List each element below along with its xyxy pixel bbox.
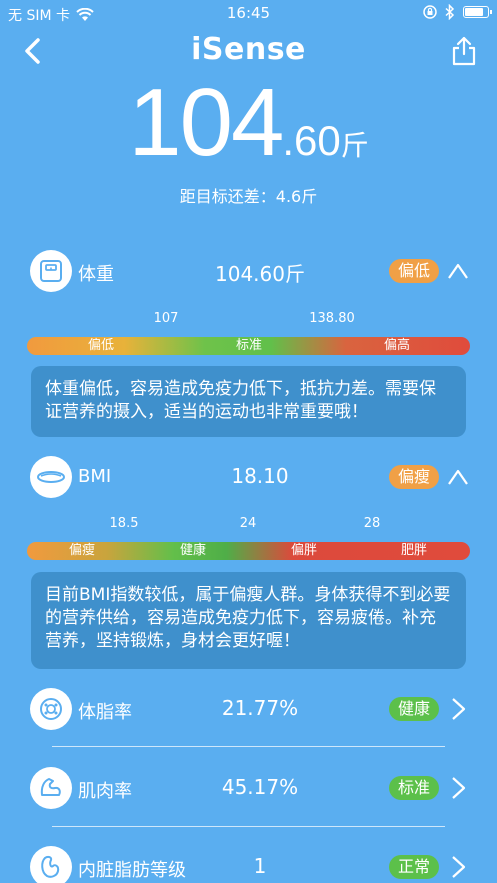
- visceral-fat-icon: [30, 846, 72, 883]
- weight-scale-bar: 偏低 标准 偏高: [27, 337, 470, 355]
- scale-segment-label: 标准: [235, 338, 263, 353]
- chevron-up-icon[interactable]: [447, 464, 469, 490]
- weight-reading: 104.60斤: [0, 68, 497, 178]
- weight-unit: 斤: [340, 129, 369, 162]
- battery-icon: [463, 6, 492, 18]
- metric-value: 18.10: [231, 464, 289, 488]
- metric-label: 肌肉率: [78, 781, 132, 802]
- scale-tick: 138.80: [309, 311, 355, 326]
- status-badge: 偏低: [388, 259, 439, 283]
- metric-label: BMI: [78, 466, 112, 487]
- metric-label: 内脏脂肪等级: [78, 860, 186, 881]
- divider: [52, 746, 445, 747]
- weight-info-box: 体重偏低，容易造成免疫力低下，抵抗力差。需要保证营养的摄入，适当的运动也非常重要…: [31, 366, 466, 437]
- status-badge: 标准: [388, 776, 439, 800]
- divider: [52, 826, 445, 827]
- muscle-icon: [30, 767, 72, 809]
- metric-value: 1: [253, 854, 267, 878]
- scale-segment-label: 偏低: [87, 338, 115, 353]
- metric-row-bmi[interactable]: BMI 18.10 偏瘦: [0, 456, 497, 506]
- metric-value: 45.17%: [221, 775, 299, 799]
- chevron-right-icon[interactable]: [447, 696, 469, 722]
- bmi-info-box: 目前BMI指数较低，属于偏瘦人群。身体获得不到必要的营养供给，容易造成免疫力低下…: [31, 572, 466, 669]
- scale-segment-label: 偏胖: [290, 543, 318, 558]
- scale-segment-label: 偏高: [383, 338, 411, 353]
- metric-label: 体脂率: [78, 702, 132, 723]
- scale-tick: 107: [153, 311, 179, 326]
- app-logo: iSense: [191, 32, 306, 67]
- scale-tick: 28: [363, 516, 381, 531]
- weight-integer: 104: [128, 69, 284, 176]
- scale-segment-label: 健康: [179, 543, 207, 558]
- bluetooth-icon: [445, 4, 455, 20]
- bmi-scale-bar: 偏瘦 健康 偏胖 肥胖: [27, 542, 470, 560]
- status-badge: 正常: [388, 855, 439, 879]
- weight-scale-ticks: 107 138.80: [0, 311, 497, 329]
- rotation-lock-icon: [423, 5, 437, 19]
- weight-decimal: .60: [282, 117, 341, 164]
- status-bar: 无 SIM 卡 16:45: [0, 0, 497, 26]
- metric-value: 104.60斤: [215, 262, 305, 286]
- scale-icon: [30, 250, 72, 292]
- scale-segment-label: 偏瘦: [68, 543, 96, 558]
- status-badge: 偏瘦: [388, 465, 439, 489]
- metric-row-visceral-fat[interactable]: 内脏脂肪等级 1 正常: [0, 846, 497, 883]
- bmi-scale-ticks: 18.5 24 28: [0, 516, 497, 534]
- scale-tick: 24: [239, 516, 257, 531]
- status-badge: 健康: [388, 697, 439, 721]
- metric-value: 21.77%: [221, 696, 299, 720]
- chevron-right-icon[interactable]: [447, 775, 469, 801]
- chevron-up-icon[interactable]: [447, 258, 469, 284]
- metric-label: 体重: [78, 264, 114, 285]
- share-button[interactable]: [451, 36, 477, 66]
- scale-segment-label: 肥胖: [400, 543, 428, 558]
- scale-tick: 18.5: [109, 516, 139, 531]
- metric-row-body-fat[interactable]: 体脂率 21.77% 健康: [0, 688, 497, 738]
- metric-row-muscle[interactable]: 肌肉率 45.17% 标准: [0, 767, 497, 817]
- body-fat-icon: [30, 688, 72, 730]
- target-difference: 距目标还差：4.6斤: [179, 187, 318, 206]
- chevron-right-icon[interactable]: [447, 854, 469, 880]
- metric-row-weight[interactable]: 体重 104.60斤 偏低: [0, 250, 497, 300]
- bmi-icon: [30, 456, 72, 498]
